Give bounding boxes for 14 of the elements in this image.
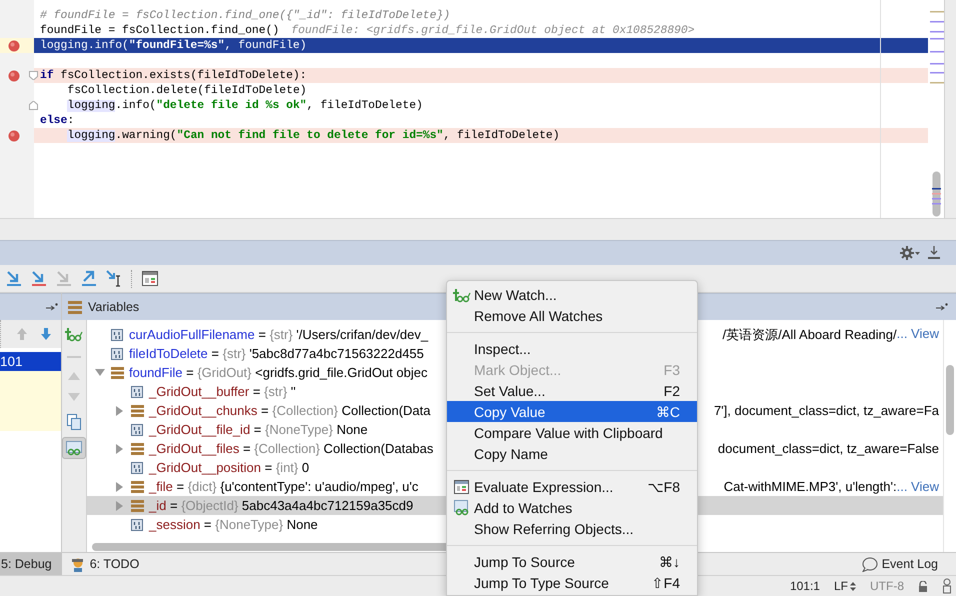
code-text: logging.warning("Can not find file to delete for id=%s", fileIdToDelete) — [67, 130, 560, 142]
variable-text: document_class=dict, tz_aware=False — [718, 441, 939, 456]
code-text: if fsCollection.exists(fileIdToDelete): — [40, 70, 307, 82]
code-text: logging.info("delete file id %s ok", fileIdToDelete) — [67, 100, 423, 112]
code-text: foundFile = fsCollection.find_one() — [40, 24, 280, 36]
code-text: # foundFile = fsCollection.find_one({"_id": fileIdToDelete}) — [40, 10, 450, 22]
variable-text: /英语资源/All Aboard Reading/ — [722, 326, 897, 344]
variable-text: 7'], document_class=dict, tz_aware=Fa — [714, 403, 939, 418]
code-text: else: — [40, 114, 74, 126]
inline-debug-value: foundFile: <gridfs.grid_file.GridOut object at 0x108528890> — [291, 24, 695, 36]
code-text: fsCollection.delete(fileIdToDelete) — [67, 84, 307, 96]
variable-text: Cat-withMIME.MP3', u'length': — [724, 479, 897, 494]
panel-title: Variables — [88, 300, 140, 314]
code-text: logging.info("foundFile=%s", foundFile) — [40, 40, 307, 52]
